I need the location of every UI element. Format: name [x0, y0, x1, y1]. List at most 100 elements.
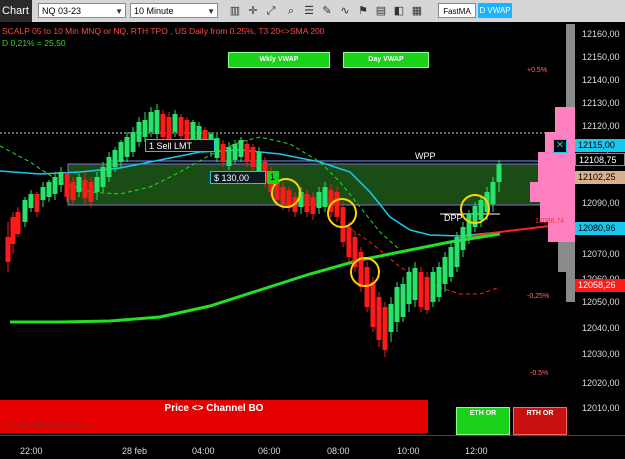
candle-body [82, 180, 88, 198]
price-box-vwap: 12080,96 [575, 222, 625, 235]
price-box-last: 12108,75 [575, 153, 625, 166]
time-tick: 12:00 [465, 446, 488, 456]
price-tick: 12070,00 [582, 249, 620, 259]
fastma-button[interactable]: FastMA [438, 3, 476, 18]
candle-body [364, 267, 370, 307]
candle-body [46, 182, 52, 197]
candle-body [166, 117, 172, 139]
channel-bo-text: Price <> Channel BO [164, 403, 264, 414]
magnifier-icon[interactable]: ⌕ [284, 4, 298, 18]
price-box-red-ma: 12058,26 [575, 279, 625, 292]
dpp-label: DPP [444, 213, 463, 223]
candle-body [94, 177, 100, 192]
candle-body [388, 304, 394, 332]
properties-icon[interactable]: ☰ [302, 4, 316, 18]
candle-body [220, 144, 226, 162]
candle-body [184, 120, 190, 140]
candle-body [424, 277, 430, 310]
candle-body [76, 177, 82, 192]
candle-body [22, 200, 28, 222]
chart-trader-icon[interactable]: ◧ [392, 4, 406, 18]
time-tick: 10:00 [397, 446, 420, 456]
price-tick: 12040,00 [582, 323, 620, 333]
price-tick: 12010,00 [582, 403, 620, 413]
candle-body [34, 194, 40, 212]
copyright-text: © 2023 NinjaTrader, LLC [4, 420, 93, 429]
dvwap-button[interactable]: D VWAP [478, 3, 512, 18]
day-vwap-button[interactable]: Day VWAP [343, 52, 429, 68]
candle-body [112, 150, 118, 167]
chart-svg [0, 24, 575, 357]
candle-body [376, 297, 382, 340]
candle-body [406, 272, 412, 304]
price-tick: 12030,00 [582, 349, 620, 359]
time-tick: 08:00 [327, 446, 350, 456]
weekly-vwap-button[interactable]: Wkly VWAP [228, 52, 330, 68]
templates-icon[interactable]: ▤ [374, 4, 388, 18]
red-price-marker: 12086,74 [535, 218, 565, 225]
time-tick: 04:00 [192, 446, 215, 456]
price-tick: 12120,00 [582, 121, 620, 131]
candlesticks [5, 104, 502, 357]
wpp-label: WPP [415, 151, 436, 161]
candle-body [148, 112, 154, 132]
strategies-icon[interactable]: ⚑ [356, 4, 370, 18]
minus-half-percent-label: -0.5% [530, 370, 549, 377]
candle-body [5, 237, 11, 262]
candle-body [154, 110, 160, 134]
close-icon[interactable]: ✕ [553, 139, 567, 153]
candle-body [52, 177, 58, 194]
candle-body [244, 144, 250, 162]
eth-or-button[interactable]: ETH OR [456, 407, 510, 435]
candle-body [316, 192, 322, 208]
candle-body [256, 152, 262, 172]
chevron-down-icon: ▼ [115, 7, 123, 16]
time-tick: 06:00 [258, 446, 281, 456]
candle-body [15, 212, 21, 234]
candle-body [436, 267, 442, 297]
candle-body [214, 138, 220, 158]
data-box-icon[interactable]: ▦ [410, 4, 424, 18]
order-qty-label[interactable]: 1 [267, 171, 279, 184]
instrument-value: NQ 03-23 [42, 6, 82, 16]
time-axis[interactable] [0, 435, 625, 459]
time-tick: 28 feb [122, 446, 148, 456]
candle-body [28, 194, 34, 208]
candle-body [400, 284, 406, 317]
candle-body [172, 114, 178, 132]
zoom-icon[interactable]: ⤢ [264, 4, 278, 18]
candle-body [70, 182, 76, 200]
candle-body [100, 167, 106, 187]
candle-body [394, 287, 400, 322]
indicators-icon[interactable]: ∿ [338, 4, 352, 18]
interval-value: 10 Minute [134, 6, 174, 16]
candle-body [454, 237, 460, 267]
rth-or-button[interactable]: RTH OR [513, 407, 567, 435]
sell-limit-order-label[interactable]: 1 Sell LMT [145, 139, 215, 152]
candle-body [442, 257, 448, 284]
candle-body [460, 227, 466, 250]
candle-body [322, 187, 328, 207]
candle-body [10, 217, 16, 244]
candle-body [412, 268, 418, 300]
candle-body [178, 117, 184, 136]
chart-tab[interactable]: Chart [0, 0, 32, 22]
price-tick: 12090,00 [582, 198, 620, 208]
chevron-down-icon: ▼ [207, 7, 215, 16]
chart-plot-area[interactable] [0, 22, 575, 435]
drawing-tools-icon[interactable]: ✎ [320, 4, 334, 18]
candle-body [466, 214, 472, 237]
indicator-header: SCALP 05 to 10 Min MNQ or NQ, RTH TPO , … [2, 26, 325, 36]
interval-selector[interactable]: 10 Minute ▼ [130, 3, 218, 18]
instrument-selector[interactable]: NQ 03-23 ▼ [38, 3, 126, 18]
bar-type-icon[interactable]: ▥ [228, 4, 242, 18]
candle-body [478, 200, 484, 220]
crosshair-icon[interactable]: ✛ [246, 4, 260, 18]
candle-body [382, 307, 388, 350]
price-box-current: 12102,25 [575, 171, 625, 184]
candle-body [370, 282, 376, 327]
candle-body [448, 247, 454, 277]
candle-body [142, 120, 148, 137]
candle-body [88, 182, 94, 202]
price-box-sell-limit: 12115,00 [575, 139, 625, 152]
